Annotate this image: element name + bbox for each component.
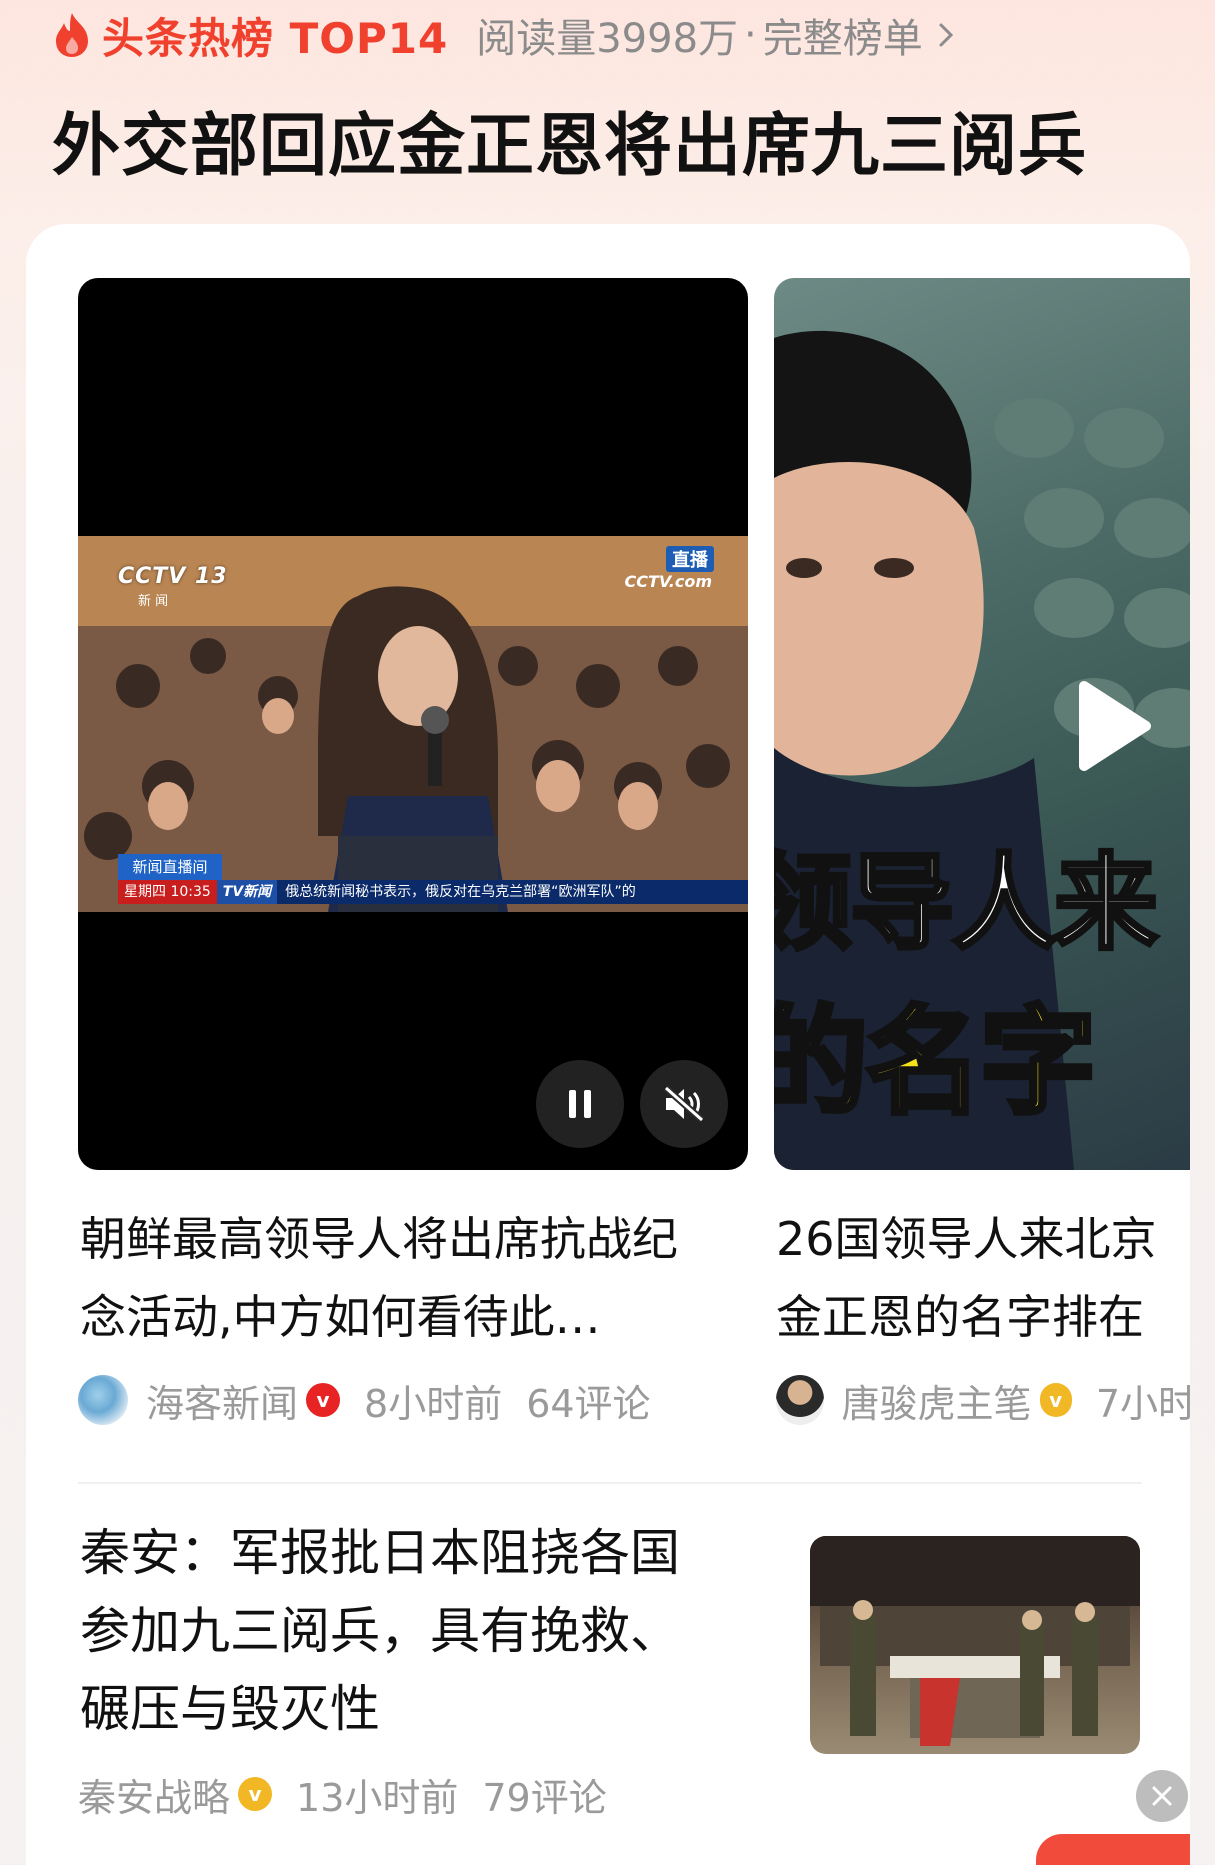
news-card: CCTV 13 新 闻 直播 CCTV.com 新闻直播间 星期四 10:35 … [26, 224, 1190, 1865]
overlay-text-1: 领导人来 [774, 840, 1160, 966]
ticker-source: TV新闻 [216, 880, 278, 904]
video-title-2[interactable]: 26国领导人来北京 金正恩的名字排在 [776, 1200, 1190, 1356]
dismiss-button[interactable] [1136, 1770, 1188, 1822]
separator-dot: · [744, 12, 757, 58]
ticker-day: 星期四 10:35 [118, 880, 217, 904]
divider [78, 1482, 1142, 1484]
article-title[interactable]: 秦安：军报批日本阻挠各国参加九三阅兵，具有挽救、碾压与毁灭性 [80, 1514, 680, 1748]
video-player-2[interactable]: 领导人来 的名字 [774, 278, 1190, 1170]
source-name[interactable]: 秦安战略 [78, 1767, 230, 1822]
publish-time: 7小时 [1095, 1381, 1190, 1426]
hot-list-bar[interactable]: 头条热榜 TOP14 阅读量3998万 · 完整榜单 [50, 10, 959, 63]
source-name[interactable]: 海客新闻 [146, 1373, 298, 1428]
chevron-right-icon [939, 23, 953, 47]
hot-list-title: 头条热榜 TOP14 [102, 13, 449, 63]
video-meta-2: 唐骏虎主笔 v 7小时 [776, 1372, 1190, 1428]
close-icon [1152, 1786, 1172, 1806]
verified-icon: v [306, 1383, 341, 1417]
pause-icon [569, 1090, 591, 1118]
page-headline[interactable]: 外交部回应金正恩将出席九三阅兵 [52, 90, 1087, 189]
mute-button[interactable] [640, 1060, 728, 1148]
verified-icon: v [1039, 1383, 1072, 1417]
flame-icon [56, 13, 88, 57]
video-title-2-line1: 26国领导人来北京 [776, 1212, 1157, 1266]
ticker-label: 新闻直播间 [118, 854, 222, 880]
ticker-text: 俄总统新闻秘书表示，俄反对在乌克兰部署“欧洲军队”的 [285, 884, 636, 900]
news-ticker: 星期四 10:35 TV新闻 俄总统新闻秘书表示，俄反对在乌克兰部署“欧洲军队”… [118, 880, 748, 904]
floating-red-tag[interactable] [1036, 1834, 1190, 1865]
publish-time: 13小时前 [296, 1775, 459, 1820]
live-site-logo: CCTV.com [624, 572, 712, 591]
play-icon[interactable] [1074, 678, 1154, 774]
live-badge: 直播 [666, 546, 714, 572]
video-title-2-line2: 金正恩的名字排在 [776, 1290, 1144, 1344]
article-thumbnail[interactable] [810, 1536, 1140, 1754]
verified-icon: v [238, 1777, 273, 1811]
comment-count[interactable]: 64评论 [526, 1373, 650, 1428]
video-player-1[interactable]: CCTV 13 新 闻 直播 CCTV.com 新闻直播间 星期四 10:35 … [78, 278, 748, 1170]
overlay-text-2: 的名字 [774, 993, 1099, 1133]
avatar[interactable] [78, 1375, 128, 1425]
full-list-link[interactable]: 完整榜单 [763, 6, 923, 64]
avatar[interactable] [776, 1375, 824, 1425]
video-title-1[interactable]: 朝鲜最高领导人将出席抗战纪念活动,中方如何看待此… [80, 1200, 720, 1356]
pause-button[interactable] [536, 1060, 624, 1148]
volume-mute-icon [663, 1085, 705, 1123]
video-meta-1: 海客新闻 v 8小时前 64评论 [78, 1372, 651, 1428]
surrender-ceremony-image [810, 1536, 1140, 1746]
comment-count[interactable]: 79评论 [482, 1767, 606, 1822]
article-meta: 秦安战略 v 13小时前 79评论 [78, 1766, 607, 1822]
publish-time: 8小时前 [364, 1381, 503, 1426]
read-count: 阅读量3998万 [476, 16, 739, 62]
channel-sub: 新 闻 [138, 594, 169, 609]
video-frame: CCTV 13 新 闻 直播 CCTV.com 新闻直播间 星期四 10:35 … [78, 536, 748, 912]
channel-logo: CCTV 13 [118, 564, 228, 589]
source-name[interactable]: 唐骏虎主笔 [842, 1373, 1032, 1428]
